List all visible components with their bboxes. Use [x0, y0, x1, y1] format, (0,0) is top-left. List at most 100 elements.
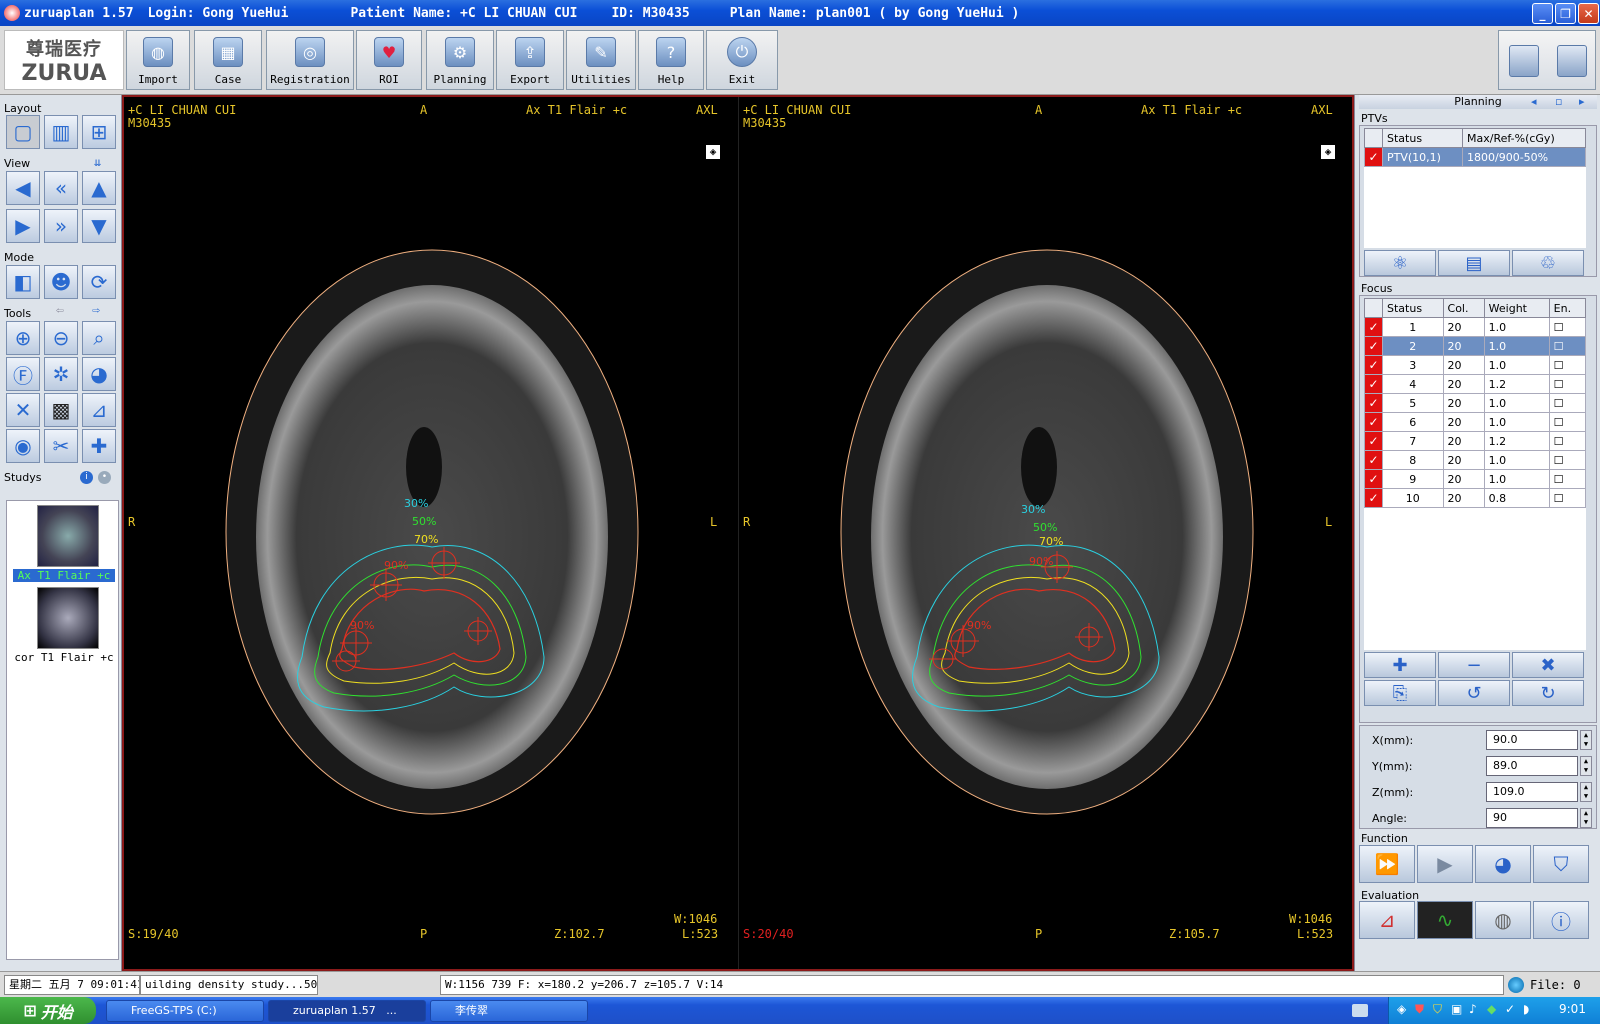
settings-button[interactable]: ✲ — [44, 357, 78, 391]
focus-check-icon[interactable]: ✓ — [1364, 450, 1383, 470]
view-down-button[interactable]: ▼ — [82, 209, 116, 243]
keyboard-icon[interactable] — [1352, 1004, 1368, 1017]
focus-row[interactable]: ✓ 3 20 1.0 ☐ — [1364, 355, 1587, 375]
viewport-left[interactable]: 30% 50% 70% 90% 90% +C LI CHUAN CUI M304… — [124, 97, 738, 969]
book-icon[interactable] — [1509, 45, 1539, 77]
import-button[interactable]: ◍ Import — [126, 30, 190, 90]
view-left-button[interactable]: ◀ — [6, 171, 40, 205]
task-zuruaplan[interactable]: zuruaplan 1.57 ... — [268, 1000, 426, 1022]
info-button[interactable]: ⓘ — [1533, 901, 1589, 939]
tray-clock[interactable]: 9:01 — [1559, 1002, 1586, 1016]
color-palette-button[interactable]: ◕ — [1475, 845, 1531, 883]
layout-quad-button[interactable]: ⊞ — [82, 115, 116, 149]
focus-check-icon[interactable]: ✓ — [1364, 488, 1383, 508]
restore-icon[interactable]: ▫ — [1555, 95, 1562, 108]
y-spinner[interactable]: ▲ ▼ — [1580, 756, 1592, 776]
enable-checkbox[interactable]: ☐ — [1548, 317, 1587, 337]
wrench-button[interactable]: ✂ — [44, 429, 78, 463]
task-freegs[interactable]: FreeGS-TPS (C:) — [106, 1000, 264, 1022]
tray-speaker-icon[interactable]: ♪ — [1469, 1002, 1477, 1016]
mode-cube-button[interactable]: ◧ — [6, 265, 40, 299]
left-orient-cube-icon[interactable]: ◈ — [706, 145, 720, 159]
dvh-chart-button[interactable]: ⊿ — [1359, 901, 1415, 939]
rotate-ccw-button[interactable]: ↺ — [1438, 680, 1510, 706]
enable-checkbox[interactable]: ☐ — [1548, 469, 1587, 489]
focus-check-icon[interactable]: ✓ — [1364, 317, 1383, 337]
exit-button[interactable]: ⏻ Exit — [706, 30, 778, 90]
focus-check-icon[interactable]: ✓ — [1364, 431, 1383, 451]
focus-check-icon[interactable]: ✓ — [1364, 355, 1383, 375]
right-orient-cube-icon[interactable]: ◈ — [1321, 145, 1335, 159]
study-thumbnail-coronal[interactable] — [37, 587, 99, 649]
mode-head-button[interactable]: ☻ — [44, 265, 78, 299]
study-thumbnail-axial[interactable] — [37, 505, 99, 567]
redo-arrow-icon[interactable]: ⇨ — [92, 303, 100, 318]
enable-checkbox[interactable]: ☐ — [1548, 393, 1587, 413]
focus-check-icon[interactable]: ✓ — [1364, 412, 1383, 432]
puzzle-button[interactable]: ✚ — [82, 429, 116, 463]
paste-focus-button[interactable]: ⎘ — [1364, 680, 1436, 706]
layout-split-button[interactable]: ▥ — [44, 115, 78, 149]
x-spinner[interactable]: ▲ ▼ — [1580, 730, 1592, 750]
x-input[interactable]: 90.0 — [1486, 730, 1578, 750]
y-input[interactable]: 89.0 — [1486, 756, 1578, 776]
view-down-icon[interactable]: ⇊ — [94, 155, 101, 169]
tray-monitor-icon[interactable]: ▣ — [1451, 1002, 1462, 1016]
focus-row[interactable]: ✓ 5 20 1.0 ☐ — [1364, 393, 1587, 413]
ptv-reset-button[interactable]: ♲ — [1512, 250, 1584, 276]
study-label-coronal[interactable]: cor T1 Flair +c — [13, 651, 115, 664]
ptv-atom-button[interactable]: ⚛ — [1364, 250, 1436, 276]
focus-check-icon[interactable]: ✓ — [1364, 469, 1383, 489]
crosshair-button[interactable]: ✕ — [6, 393, 40, 427]
viewport-right[interactable]: 30% 50% 70% 90% 90% +C LI CHUAN CUI M304… — [738, 97, 1352, 969]
focus-row[interactable]: ✓ 10 20 0.8 ☐ — [1364, 488, 1587, 508]
help-button[interactable]: ? Help — [638, 30, 704, 90]
z-input[interactable]: 109.0 — [1486, 782, 1578, 802]
focus-row[interactable]: ✓ 6 20 1.0 ☐ — [1364, 412, 1587, 432]
focus-row[interactable]: ✓ 9 20 1.0 ☐ — [1364, 469, 1587, 489]
tray-nvidia-icon[interactable]: ◆ — [1487, 1002, 1496, 1016]
focus-check-icon[interactable]: ✓ — [1364, 374, 1383, 394]
angle-spinner[interactable]: ▲ ▼ — [1580, 808, 1592, 828]
enable-checkbox[interactable]: ☐ — [1548, 450, 1587, 470]
measure-button[interactable]: ⊿ — [82, 393, 116, 427]
angle-input[interactable]: 90 — [1486, 808, 1578, 828]
globe-view-button[interactable]: ◍ — [1475, 901, 1531, 939]
enable-checkbox[interactable]: ☐ — [1548, 431, 1587, 451]
focus-row[interactable]: ✓ 8 20 1.0 ☐ — [1364, 450, 1587, 470]
tray-volume-icon[interactable]: ◗ — [1523, 1002, 1529, 1016]
prev-icon[interactable]: ◂ — [1531, 95, 1537, 108]
delete-focus-button[interactable]: ✖ — [1512, 652, 1584, 678]
play-button[interactable]: ▶ — [1417, 845, 1473, 883]
add-focus-button[interactable]: ✚ — [1364, 652, 1436, 678]
view-next-button[interactable]: » — [44, 209, 78, 243]
layout-single-button[interactable]: ▢ — [6, 115, 40, 149]
tray-safety-icon[interactable]: ✓ — [1505, 1002, 1515, 1016]
focus-row[interactable]: ✓ 7 20 1.2 ☐ — [1364, 431, 1587, 451]
start-button[interactable]: ⊞ 开始 — [0, 997, 96, 1024]
next-icon[interactable]: ▸ — [1579, 95, 1585, 108]
enable-checkbox[interactable]: ☐ — [1548, 374, 1587, 394]
ptv-edit-button[interactable]: ▤ — [1438, 250, 1510, 276]
ptv-check-icon[interactable]: ✓ — [1364, 147, 1383, 167]
view-up-button[interactable]: ▲ — [82, 171, 116, 205]
z-spinner[interactable]: ▲ ▼ — [1580, 782, 1592, 802]
view-right-button[interactable]: ▶ — [6, 209, 40, 243]
tray-shield-icon[interactable]: ⛉ — [1433, 1002, 1442, 1017]
zoom-in-button[interactable]: ⊕ — [6, 321, 40, 355]
fast-forward-button[interactable]: ⏩ — [1359, 845, 1415, 883]
palette-button[interactable]: ◕ — [82, 357, 116, 391]
registration-button[interactable]: ◎ Registration — [266, 30, 354, 90]
focus-check-icon[interactable]: ✓ — [1364, 336, 1383, 356]
focus-check-icon[interactable]: ✓ — [1364, 393, 1383, 413]
tray-antivirus-icon[interactable]: ⛊ — [1415, 1002, 1424, 1017]
info-icon[interactable]: i — [80, 471, 93, 484]
overlay-button[interactable]: ◉ — [6, 429, 40, 463]
export-button[interactable]: ⇪ Export — [496, 30, 564, 90]
enable-checkbox[interactable]: ☐ — [1548, 355, 1587, 375]
fit-button[interactable]: Ⓕ — [6, 357, 40, 391]
mode-rotate-button[interactable]: ⟳ — [82, 265, 116, 299]
ptv-row[interactable]: ✓ PTV(10,1) 1800/900-50% — [1364, 147, 1586, 167]
close-button[interactable]: ✕ — [1578, 3, 1599, 24]
checker-button[interactable]: ▩ — [44, 393, 78, 427]
